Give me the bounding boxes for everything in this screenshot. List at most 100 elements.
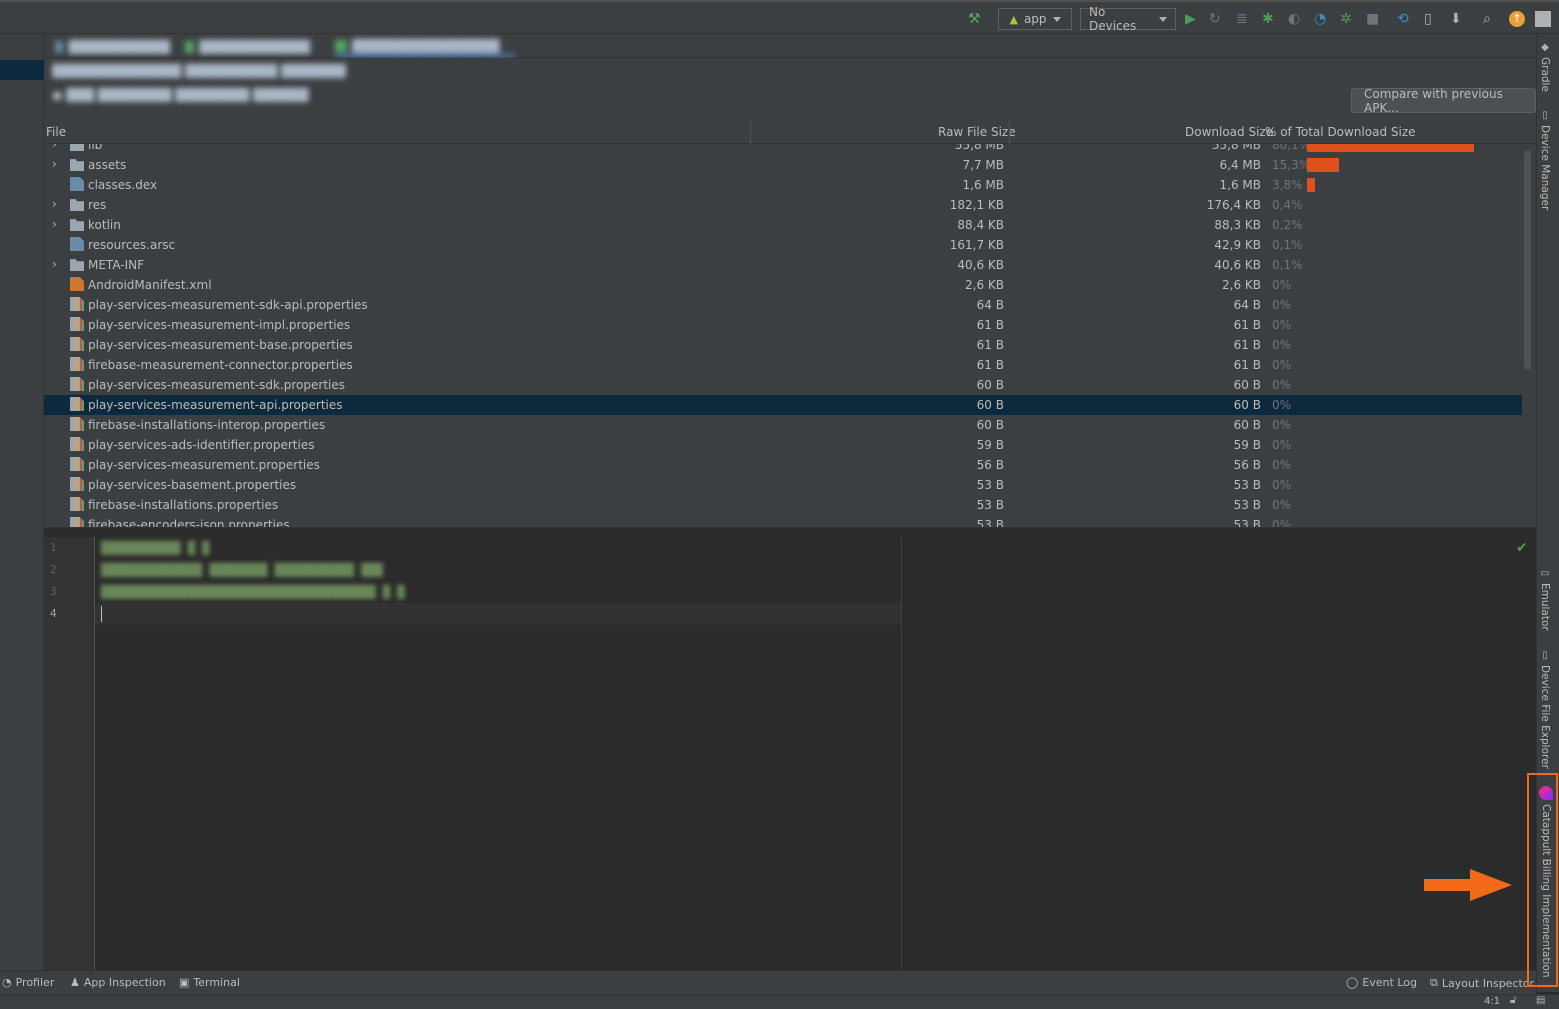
- debug-icon[interactable]: ✱: [1262, 8, 1274, 30]
- table-row[interactable]: firebase-installations-interop.propertie…: [44, 415, 1522, 435]
- table-row[interactable]: › META-INF 40,6 KB 40,6 KB 0,1%: [44, 255, 1522, 275]
- update-icon[interactable]: ↑: [1509, 8, 1525, 30]
- file-name: kotlin: [88, 218, 121, 232]
- attach-debugger-icon[interactable]: ◐: [1288, 8, 1300, 30]
- editor-tab-active[interactable]: ████████████████: [335, 37, 515, 57]
- lock-icon[interactable]: 🔓︎: [1510, 995, 1516, 1006]
- raw-file-size: 59 B: [976, 438, 1004, 452]
- table-row[interactable]: play-services-basement.properties 53 B 53 …: [44, 475, 1522, 495]
- percent-of-total: 0%: [1272, 438, 1292, 452]
- profiler-icon: ◔: [2, 976, 12, 989]
- device-label: No Devices: [1089, 5, 1137, 33]
- column-header-download-size[interactable]: Download Size: [1185, 125, 1273, 139]
- table-row[interactable]: firebase-encoders-json.properties 53 B 53 …: [44, 515, 1522, 527]
- folder-icon: [70, 199, 84, 211]
- device-dropdown[interactable]: No Devices: [1080, 5, 1176, 33]
- raw-file-size: 61 B: [976, 318, 1004, 332]
- table-row[interactable]: firebase-measurement-connector.propertie…: [44, 355, 1522, 375]
- apply-changes-icon[interactable]: ≣: [1236, 8, 1248, 30]
- checkmark-icon: ✔: [1516, 540, 1528, 556]
- emulator-icon: ▭: [1539, 568, 1551, 579]
- code-line: ██████████████████████████████████████ █…: [101, 585, 405, 599]
- compare-apk-button[interactable]: Compare with previous APK...: [1351, 87, 1536, 115]
- tool-window-layout-inspector[interactable]: ⧉ Layout Inspector: [1430, 976, 1534, 990]
- chevron-right-icon[interactable]: ›: [52, 217, 66, 231]
- elephant-icon: ◆: [1539, 42, 1551, 53]
- column-header-file[interactable]: File: [46, 125, 66, 139]
- percent-of-total: 0%: [1272, 398, 1292, 412]
- download-size: 60 B: [1233, 418, 1261, 432]
- project-tree-selection: [0, 60, 44, 80]
- tool-window-gradle[interactable]: ◆ Gradle: [1539, 42, 1551, 92]
- folder-icon: [70, 259, 84, 271]
- table-row[interactable]: play-services-measurement.properties 56 B…: [44, 455, 1522, 475]
- table-row[interactable]: play-services-measurement-sdk-api.proper…: [44, 295, 1522, 315]
- chevron-right-icon[interactable]: ›: [52, 157, 66, 171]
- file-name: assets: [88, 158, 127, 172]
- table-row[interactable]: play-services-measurement-base.propertie…: [44, 335, 1522, 355]
- cursor-position[interactable]: 4:1: [1484, 996, 1500, 1007]
- file-icon: [70, 397, 84, 411]
- percent-of-total: 15,3%: [1272, 158, 1311, 172]
- stop-icon[interactable]: ■: [1366, 8, 1379, 30]
- percent-of-total: 0%: [1272, 318, 1292, 332]
- column-header-raw-size[interactable]: Raw File Size: [938, 125, 1016, 139]
- table-row[interactable]: play-services-measurement-impl.propertie…: [44, 315, 1522, 335]
- properties-editor[interactable]: 1 2 3 4 ███████████ █ █ ██████████████ █…: [44, 537, 1536, 970]
- status-bar: 4:1 🔓︎ ▤: [0, 994, 1559, 1009]
- attach-process-icon[interactable]: ✲: [1340, 8, 1352, 30]
- editor-tab[interactable]: ███████████: [55, 37, 170, 57]
- percent-of-total: 0%: [1272, 378, 1292, 392]
- table-row[interactable]: AndroidManifest.xml 2,6 KB 2,6 KB 0%: [44, 275, 1522, 295]
- tool-window-emulator[interactable]: ▭ Emulator: [1539, 568, 1551, 631]
- percent-of-total: 0%: [1272, 278, 1292, 292]
- xml-file-icon: [70, 277, 84, 291]
- run-config-dropdown[interactable]: ▲ app: [998, 8, 1072, 30]
- tool-window-terminal[interactable]: ▣ Terminal: [179, 976, 240, 989]
- size-bar: [1307, 158, 1339, 172]
- editor-tab[interactable]: ████████████: [185, 37, 310, 57]
- download-size: 60 B: [1233, 378, 1261, 392]
- table-row[interactable]: play-services-ads-identifier.properties 5…: [44, 435, 1522, 455]
- line-number: 2: [50, 563, 57, 576]
- raw-file-size: 7,7 MB: [962, 158, 1004, 172]
- table-scrollbar[interactable]: [1524, 150, 1531, 370]
- sync-gradle-icon[interactable]: ⟲: [1397, 8, 1409, 30]
- table-row[interactable]: classes.dex 1,6 MB 1,6 MB 3,8%: [44, 175, 1522, 195]
- file-icon: [70, 377, 84, 391]
- file-name: play-services-basement.properties: [88, 478, 297, 492]
- search-icon[interactable]: ⌕: [1483, 8, 1491, 30]
- rerun-icon[interactable]: ↻: [1209, 8, 1221, 30]
- chevron-right-icon[interactable]: ›: [52, 197, 66, 211]
- device-manager-icon[interactable]: ▯: [1424, 8, 1432, 30]
- terminal-icon: ▣: [179, 976, 190, 989]
- profile-icon[interactable]: ◔: [1314, 8, 1326, 30]
- memory-indicator-icon[interactable]: ▤: [1536, 995, 1545, 1006]
- column-header-percent[interactable]: % of Total Download Size: [1265, 125, 1416, 139]
- download-size: 61 B: [1233, 358, 1261, 372]
- file-name: res: [88, 198, 107, 212]
- hammer-build-icon[interactable]: ⚒: [968, 8, 981, 30]
- table-row[interactable]: › kotlin 88,4 KB 88,3 KB 0,2%: [44, 215, 1522, 235]
- table-row[interactable]: resources.arsc 161,7 KB 42,9 KB 0,1%: [44, 235, 1522, 255]
- table-row[interactable]: play-services-measurement-sdk.properties…: [44, 375, 1522, 395]
- account-icon[interactable]: [1535, 8, 1551, 30]
- download-size: 61 B: [1233, 338, 1261, 352]
- tool-window-app-inspection[interactable]: ♟ App Inspection: [70, 976, 166, 989]
- sdk-manager-icon[interactable]: ⬇: [1450, 8, 1462, 30]
- main-toolbar: ⚒ ▲ app No Devices ▶ ↻ ≣ ✱ ◐ ◔ ✲ ■ ⟲ ▯ ⬇…: [0, 0, 1559, 34]
- file-icon: [70, 477, 84, 491]
- tool-window-event-log[interactable]: ◯ Event Log: [1346, 976, 1417, 989]
- chevron-right-icon[interactable]: ›: [52, 257, 66, 271]
- tool-window-device-file-explorer[interactable]: ▯ Device File Explorer: [1539, 650, 1551, 769]
- tool-window-profiler[interactable]: ◔ Profiler: [2, 976, 54, 989]
- table-row[interactable]: › assets 7,7 MB 6,4 MB 15,3%: [44, 155, 1522, 175]
- run-icon[interactable]: ▶: [1185, 8, 1196, 30]
- file-name: play-services-measurement-impl.propertie…: [88, 318, 351, 332]
- tool-window-device-manager[interactable]: ▯ Device Manager: [1539, 110, 1551, 210]
- table-row[interactable]: firebase-installations.properties 53 B 53 …: [44, 495, 1522, 515]
- table-header: File Raw File Size Download Size % of To…: [44, 120, 1536, 144]
- table-row[interactable]: play-services-measurement-api.properties…: [44, 395, 1522, 415]
- chevron-down-icon: [1159, 16, 1167, 22]
- table-row[interactable]: › res 182,1 KB 176,4 KB 0,4%: [44, 195, 1522, 215]
